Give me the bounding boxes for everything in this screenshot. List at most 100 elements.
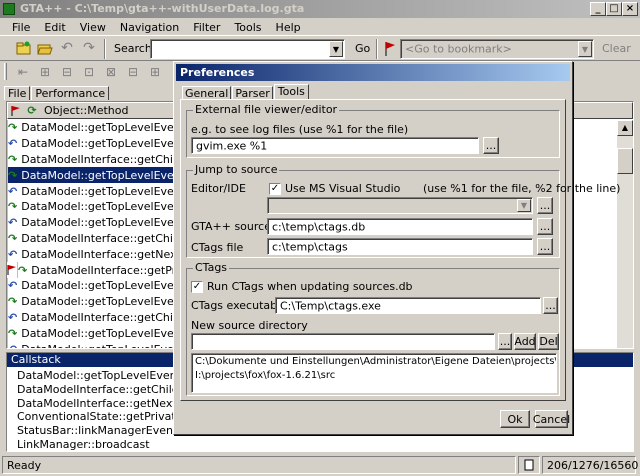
main-titlebar: GTA++ - C:\Temp\gta++-withUserData.log.g… — [0, 0, 640, 18]
table-row[interactable]: ↷ DataModel::getTopLevelEvents — [7, 120, 177, 136]
return-arrow-icon: ↶ — [8, 216, 18, 230]
table-row[interactable]: ↷DataModelInterface::getChildPositio — [7, 230, 177, 247]
app-icon — [3, 3, 15, 15]
undo-icon[interactable]: ↶ — [56, 37, 78, 59]
table-row[interactable]: ↷ DataModel::getTopLevelEvents — [7, 293, 177, 310]
redo-icon[interactable]: ↷ — [78, 37, 100, 59]
ok-button[interactable]: Ok — [500, 410, 530, 428]
editor-select[interactable]: ▼ — [267, 197, 533, 214]
menu-help[interactable]: Help — [276, 21, 301, 35]
dialog-tabs: General Parser Tools — [182, 84, 309, 100]
tree-root-icon[interactable]: ⊞ — [144, 61, 166, 83]
menu-tools[interactable]: Tools — [234, 21, 261, 35]
menu-navigation[interactable]: Navigation — [120, 21, 179, 35]
cancel-button[interactable]: Cancel — [533, 410, 570, 428]
table-row[interactable]: ↶DataModel::getTopLevelEvents — [7, 135, 177, 152]
tree-next-icon[interactable]: ⊠ — [100, 61, 122, 83]
use-msvs-checkbox[interactable]: ✓ Use MS Visual Studio — [269, 182, 400, 195]
table-row[interactable]: ↶DataModel::getTopLevelEvents — [7, 214, 177, 231]
ctags-exe-input[interactable]: C:\Temp\ctags.exe — [275, 297, 541, 314]
status-file-icon — [518, 456, 540, 474]
add-dir-button[interactable]: Add — [514, 333, 536, 350]
editor-dropdown-icon[interactable]: ▼ — [517, 199, 531, 212]
run-ctags-checkbox[interactable]: ✓ Run CTags when updating sources.db — [191, 280, 413, 293]
return-arrow-icon: ↶ — [8, 279, 18, 293]
ext-viewer-input[interactable]: gvim.exe %1 — [191, 137, 479, 154]
menu-view[interactable]: View — [80, 21, 106, 35]
scroll-up-icon[interactable]: ▲ — [617, 120, 633, 136]
preferences-dialog: Preferences General Parser Tools Externa… — [173, 61, 620, 435]
menu-edit[interactable]: Edit — [44, 21, 65, 35]
new-dir-browse-button[interactable]: ... — [498, 333, 512, 350]
toolbar-grip — [4, 63, 7, 80]
minimize-button[interactable]: _ — [590, 2, 606, 16]
table-row[interactable]: ↷DataModelInterface::getChildPositio — [7, 151, 177, 168]
use-msvs-label: Use MS Visual Studio — [285, 182, 401, 195]
tab-parser[interactable]: Parser — [232, 86, 273, 100]
refresh-column-icon: ⟳ — [27, 104, 37, 117]
table-row[interactable]: ↶DataModel::getTopLevelEvents — [7, 277, 177, 294]
tree-prev-icon[interactable]: ⊡ — [78, 61, 100, 83]
tree-collapse-icon[interactable]: ⊟ — [56, 61, 78, 83]
del-dir-button[interactable]: Del — [538, 333, 559, 350]
scroll-thumb[interactable] — [617, 148, 633, 174]
row-method-text: DataModel::getTopLevelEvents — [21, 168, 177, 182]
flag-column-icon — [8, 105, 24, 117]
row-method-text: DataModel::getTopLevelEvents — [21, 121, 177, 135]
tab-file[interactable]: File — [4, 86, 31, 100]
table-row[interactable]: ↶DataModelInterface::getChildPositio — [7, 309, 177, 326]
jump-to-source-group: Jump to source Editor/IDE ✓ Use MS Visua… — [186, 163, 620, 258]
clear-button[interactable]: Clear — [602, 42, 631, 55]
toolbar-separator — [376, 39, 378, 59]
search-input[interactable]: ▼ — [150, 39, 345, 59]
bookmark-dropdown-icon[interactable]: ▼ — [578, 41, 592, 57]
new-dir-input[interactable] — [191, 333, 495, 350]
table-row[interactable]: ↷ DataModel::getTopLevelEvents — [7, 198, 177, 215]
row-method-text: DataModel::getTopLevelEvents — [21, 137, 177, 151]
sources-db-browse-button[interactable]: ... — [537, 218, 553, 235]
new-icon[interactable] — [12, 37, 34, 59]
row-method-text: DataModel::getTopLevelEvents — [21, 295, 177, 309]
close-button[interactable]: × — [622, 2, 638, 16]
table-row[interactable]: ↶DataModel::getTopLevelEvents — [7, 183, 177, 199]
column-header-method[interactable]: Object::Method — [40, 104, 129, 117]
sources-db-input[interactable]: c:\temp\ctags.db — [267, 218, 533, 235]
bookmark-select[interactable]: <Go to bookmark> ▼ — [400, 39, 594, 59]
checkbox-check-icon: ✓ — [191, 280, 203, 293]
bookmark-flag-icon — [7, 262, 18, 278]
open-folder-icon[interactable] — [34, 37, 56, 59]
ext-viewer-browse-button[interactable]: ... — [483, 137, 499, 154]
search-dropdown-icon[interactable]: ▼ — [329, 41, 343, 57]
editor-browse-button[interactable]: ... — [537, 197, 553, 214]
external-viewer-group: External file viewer/editor e.g. to see … — [186, 103, 560, 158]
list-item[interactable]: I:\projects\fox\fox-1.6.21\src — [195, 370, 553, 384]
table-row[interactable]: ↷ DataModel::getTopLevelEvents — [7, 167, 177, 184]
row-method-text: DataModelInterface::getChildPositio — [21, 152, 177, 166]
maximize-button[interactable]: □ — [606, 2, 622, 16]
bookmark-flag-icon[interactable] — [384, 41, 396, 57]
table-row[interactable]: ↶DataModel::getTopLevelEvents — [7, 341, 177, 348]
source-dir-list[interactable]: C:\Dokumente und Einstellungen\Administr… — [191, 353, 557, 393]
tree-expand-icon[interactable]: ⊞ — [34, 61, 56, 83]
ctags-exe-browse-button[interactable]: ... — [543, 297, 558, 314]
menu-filter[interactable]: Filter — [193, 21, 220, 35]
ctags-file-browse-button[interactable]: ... — [537, 238, 553, 255]
list-item[interactable]: LinkManager::broadcast — [17, 438, 227, 451]
menu-file[interactable]: File — [12, 21, 30, 35]
editor-ide-label: Editor/IDE — [191, 182, 246, 195]
ctags-file-input[interactable]: c:\temp\ctags — [267, 238, 533, 255]
table-row[interactable]: ↷ DataModel::getTopLevelEvents — [7, 325, 177, 342]
ctags-group: CTags ✓ Run CTags when updating sources.… — [186, 261, 560, 396]
call-arrow-icon: ↷ — [8, 200, 18, 214]
tree-up-icon[interactable]: ⊟ — [122, 61, 144, 83]
table-row[interactable]: ↶DataModelInterface::getNextSiblin — [7, 246, 177, 263]
list-item[interactable]: C:\Dokumente und Einstellungen\Administr… — [195, 356, 556, 370]
tab-general[interactable]: General — [182, 86, 232, 100]
row-method-text: DataModelInterface::getPrevSibling — [31, 263, 177, 277]
indent-icon[interactable]: ⇤ — [12, 61, 34, 83]
tab-tools[interactable]: Tools — [273, 84, 309, 100]
list-scrollbar[interactable]: ▲ — [617, 120, 633, 348]
go-button[interactable]: Go — [355, 42, 370, 55]
table-row[interactable]: ↷DataModelInterface::getPrevSibling — [7, 262, 177, 278]
tab-performance[interactable]: Performance — [31, 86, 110, 100]
